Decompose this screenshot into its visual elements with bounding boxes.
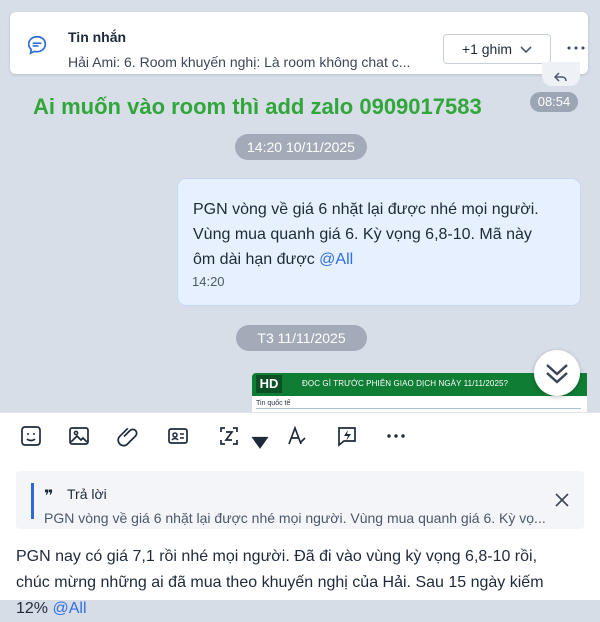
chevron-down-icon	[520, 41, 532, 57]
chevron-down-icon[interactable]	[248, 430, 269, 449]
date-separator-second: T3 11/11/2025	[236, 325, 367, 351]
text-format-icon[interactable]	[285, 424, 309, 448]
preview-title: ĐỌC GÌ TRƯỚC PHIÊN GIAO DỊCH NGÀY 11/11/…	[302, 379, 509, 388]
pin-count-button[interactable]: +1 ghim	[443, 34, 551, 64]
reply-arrow-icon[interactable]	[553, 70, 568, 82]
preview-subtitle: Tin quốc tế	[256, 400, 291, 407]
message-bubble[interactable]: PGN vòng về giá 6 nhặt lại được nhé mọi …	[177, 178, 581, 306]
chat-bubble-icon	[26, 34, 48, 56]
pinned-message-text: Hải Ami: 6. Room khuyến nghị: Là room kh…	[68, 54, 411, 70]
lightning-message-icon[interactable]	[335, 424, 359, 448]
notice-time: 08:54	[530, 92, 578, 112]
scroll-down-button[interactable]	[534, 350, 580, 396]
pin-count-label: +1 ghim	[461, 41, 513, 57]
chat-area: Tin nhắn Hải Ami: 6. Room khuyến nghị: L…	[0, 0, 600, 412]
contact-card-icon[interactable]	[166, 424, 190, 448]
message-line-2: Vùng mua quanh giá 6. Kỳ vọng 6,8-10. Mã…	[193, 226, 532, 243]
message-mention[interactable]: @All	[319, 251, 353, 268]
message-toolbar	[0, 412, 600, 462]
reply-accent-bar	[31, 483, 34, 519]
quote-icon: ❞	[44, 488, 54, 505]
pinned-message-card[interactable]: Tin nhắn Hải Ami: 6. Room khuyến nghị: L…	[10, 12, 588, 74]
composer-mention[interactable]: @All	[52, 600, 86, 617]
pinned-title: Tin nhắn	[68, 29, 127, 45]
composer-text[interactable]: PGN nay có giá 7,1 rồi nhé mọi người. Đã…	[16, 544, 588, 622]
image-icon[interactable]	[67, 424, 91, 448]
reply-preview-card: ❞ Trả lời PGN vòng về giá 6 nhặt lại đượ…	[16, 471, 584, 529]
reply-preview-text: PGN vòng về giá 6 nhặt lại được nhé mọi …	[44, 510, 546, 526]
more-horizontal-icon[interactable]	[384, 424, 408, 448]
close-icon[interactable]	[555, 493, 569, 507]
reply-label: Trả lời	[67, 486, 107, 502]
message-text: PGN vòng về giá 6 nhặt lại được nhé mọi …	[193, 197, 566, 272]
message-line-3: ôm dài hạn được @All	[193, 247, 566, 272]
message-line-3-prefix: ôm dài hạn được	[193, 251, 320, 268]
sticker-icon[interactable]	[19, 424, 43, 448]
more-horizontal-icon[interactable]	[566, 41, 586, 55]
double-chevron-down-icon	[546, 364, 568, 384]
date-separator-first: 14:20 10/11/2025	[235, 134, 367, 160]
composer-line-2: chúc mừng những ai đã mua theo khuyến ng…	[16, 574, 544, 591]
composer-line-3-prefix: 12%	[16, 600, 53, 617]
crop-frame-icon[interactable]	[217, 424, 241, 448]
message-time: 14:20	[192, 274, 225, 289]
message-line-1: PGN vòng về giá 6 nhặt lại được nhé mọi …	[193, 201, 539, 218]
message-composer[interactable]: ❞ Trả lời PGN vòng về giá 6 nhặt lại đượ…	[0, 461, 600, 617]
preview-divider	[256, 408, 581, 409]
green-notice-text: Ai muốn vào room thì add zalo 0909017583	[33, 94, 482, 119]
attachment-icon[interactable]	[116, 424, 140, 448]
hd-logo: HD	[256, 375, 282, 393]
composer-line-1: PGN nay có giá 7,1 rồi nhé mọi người. Đã…	[16, 548, 538, 565]
